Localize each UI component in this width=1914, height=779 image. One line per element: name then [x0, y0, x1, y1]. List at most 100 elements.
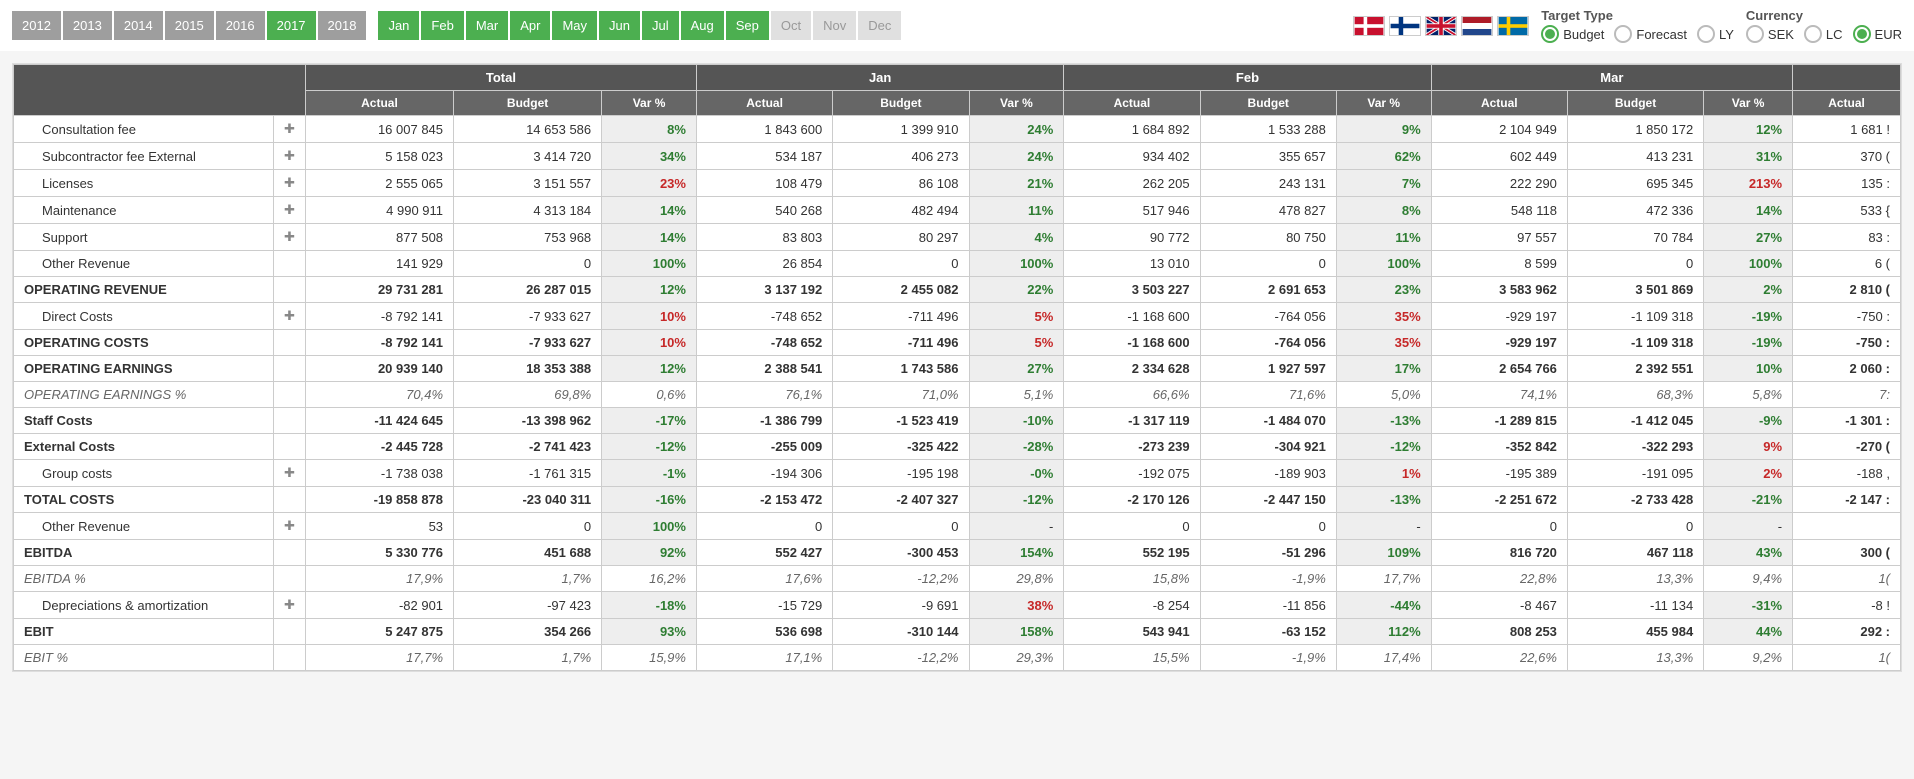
month-apr[interactable]: Apr — [510, 11, 550, 40]
cell: -1 109 318 — [1567, 303, 1703, 330]
expand-icon[interactable]: ✚ — [274, 513, 306, 540]
cell: 695 345 — [1567, 170, 1703, 197]
cell: -19% — [1704, 330, 1793, 356]
year-2012[interactable]: 2012 — [12, 11, 61, 40]
cell: -8 254 — [1064, 592, 1200, 619]
flag-netherlands[interactable] — [1461, 16, 1493, 36]
month-sep[interactable]: Sep — [726, 11, 769, 40]
flag-uk[interactable] — [1425, 16, 1457, 36]
cell: 1% — [1336, 460, 1431, 487]
month-dec[interactable]: Dec — [858, 11, 901, 40]
expand-icon[interactable]: ✚ — [274, 224, 306, 251]
cell: 5 247 875 — [305, 619, 453, 645]
expand-icon[interactable]: ✚ — [274, 197, 306, 224]
month-jun[interactable]: Jun — [599, 11, 640, 40]
flag-sweden[interactable] — [1497, 16, 1529, 36]
cell: 467 118 — [1567, 540, 1703, 566]
month-jul[interactable]: Jul — [642, 11, 679, 40]
row-label: OPERATING EARNINGS — [14, 356, 274, 382]
cell: 753 968 — [454, 224, 602, 251]
cell: 100% — [1704, 251, 1793, 277]
cell: 70,4% — [305, 382, 453, 408]
cell: 2 555 065 — [305, 170, 453, 197]
row-label: Depreciations & amortization — [14, 592, 274, 619]
currency-label: SEK — [1768, 27, 1794, 42]
header-sub-actual: Actual — [696, 91, 832, 116]
cell: -748 652 — [696, 330, 832, 356]
flag-denmark[interactable] — [1353, 16, 1385, 36]
expand-icon[interactable]: ✚ — [274, 170, 306, 197]
target-type-forecast[interactable]: Forecast — [1614, 25, 1687, 43]
expand-icon[interactable]: ✚ — [274, 143, 306, 170]
cell: 536 698 — [696, 619, 832, 645]
cell: -8 467 — [1431, 592, 1567, 619]
cell: 20 939 140 — [305, 356, 453, 382]
header-period-feb: Feb — [1064, 65, 1431, 91]
currency-label: LC — [1826, 27, 1843, 42]
cell: 2 334 628 — [1064, 356, 1200, 382]
month-may[interactable]: May — [552, 11, 597, 40]
flag-finland[interactable] — [1389, 16, 1421, 36]
currency-eur[interactable]: EUR — [1853, 25, 1902, 43]
cell: 12% — [1704, 116, 1793, 143]
expand-icon[interactable]: ✚ — [274, 592, 306, 619]
cell: 3 583 962 — [1431, 277, 1567, 303]
cell: -21% — [1704, 487, 1793, 513]
cell: 533 { — [1793, 197, 1901, 224]
cell: 540 268 — [696, 197, 832, 224]
month-aug[interactable]: Aug — [681, 11, 724, 40]
cell: -1 738 038 — [305, 460, 453, 487]
cell: 370 ( — [1793, 143, 1901, 170]
cell: 69,8% — [454, 382, 602, 408]
expand-icon[interactable]: ✚ — [274, 116, 306, 143]
cell: 83 803 — [696, 224, 832, 251]
cell: -711 496 — [833, 303, 969, 330]
target-type-ly[interactable]: LY — [1697, 25, 1734, 43]
header-period-jan: Jan — [696, 65, 1063, 91]
cell: 100% — [1336, 251, 1431, 277]
year-2013[interactable]: 2013 — [63, 11, 112, 40]
cell: 15,8% — [1064, 566, 1200, 592]
cell: -195 198 — [833, 460, 969, 487]
cell: 13,3% — [1567, 645, 1703, 671]
cell: 9% — [1336, 116, 1431, 143]
cell: -750 : — [1793, 303, 1901, 330]
year-2016[interactable]: 2016 — [216, 11, 265, 40]
target-type-budget[interactable]: Budget — [1541, 25, 1604, 43]
month-mar[interactable]: Mar — [466, 11, 508, 40]
cell: -12,2% — [833, 566, 969, 592]
cell: 100% — [602, 513, 697, 540]
cell: -310 144 — [833, 619, 969, 645]
cell: 29 731 281 — [305, 277, 453, 303]
table-row: Staff Costs-11 424 645-13 398 962-17%-1 … — [14, 408, 1901, 434]
month-feb[interactable]: Feb — [421, 11, 463, 40]
cell: -255 009 — [696, 434, 832, 460]
cell: 17,7% — [1336, 566, 1431, 592]
cell: 4% — [969, 224, 1064, 251]
cell: 2% — [1704, 460, 1793, 487]
year-2014[interactable]: 2014 — [114, 11, 163, 40]
cell: 534 187 — [696, 143, 832, 170]
row-label: EBIT % — [14, 645, 274, 671]
cell: 0 — [454, 513, 602, 540]
expand-icon[interactable]: ✚ — [274, 460, 306, 487]
month-oct[interactable]: Oct — [771, 11, 811, 40]
table-row: Depreciations & amortization✚-82 901-97 … — [14, 592, 1901, 619]
year-2018[interactable]: 2018 — [318, 11, 367, 40]
row-label: EBITDA % — [14, 566, 274, 592]
cell: 23% — [1336, 277, 1431, 303]
month-nov[interactable]: Nov — [813, 11, 856, 40]
currency-sek[interactable]: SEK — [1746, 25, 1794, 43]
month-jan[interactable]: Jan — [378, 11, 419, 40]
cell: 17,4% — [1336, 645, 1431, 671]
expand-icon[interactable]: ✚ — [274, 303, 306, 330]
cell: 22,8% — [1431, 566, 1567, 592]
table-row: OPERATING COSTS-8 792 141-7 933 62710%-7… — [14, 330, 1901, 356]
currency-lc[interactable]: LC — [1804, 25, 1843, 43]
year-2017[interactable]: 2017 — [267, 11, 316, 40]
cell: 355 657 — [1200, 143, 1336, 170]
cell: -304 921 — [1200, 434, 1336, 460]
year-2015[interactable]: 2015 — [165, 11, 214, 40]
cell: -82 901 — [305, 592, 453, 619]
header-sub-budget: Budget — [1567, 91, 1703, 116]
